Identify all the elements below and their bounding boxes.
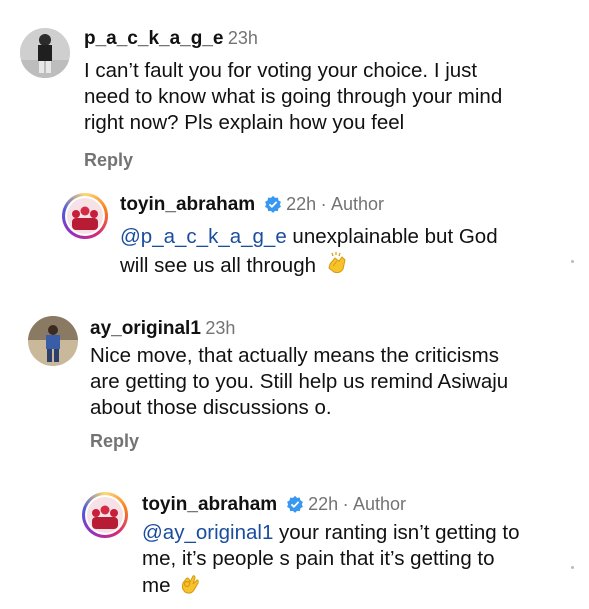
mention-link[interactable]: @ay_original1 <box>142 521 273 544</box>
avatar-story-ring[interactable] <box>82 492 128 538</box>
author-label: Author <box>331 194 385 214</box>
reply-button[interactable]: Reply <box>84 150 133 171</box>
comment-time: 23h <box>205 318 236 338</box>
comment-text-line: right now? Pls explain how you feel <box>84 111 405 134</box>
author-label: Author <box>353 494 407 514</box>
reply-text: me, it’s people s pain that it’s getting… <box>142 547 495 570</box>
comment-username[interactable]: ay_original1 <box>90 318 201 339</box>
mention-link[interactable]: @p_a_c_k_a_g_e <box>120 225 287 248</box>
reply-text: will see us all through <box>120 254 316 277</box>
reply-time: 22h <box>308 494 339 514</box>
ok-hand-emoji-icon <box>178 572 202 603</box>
decorative-dot <box>571 566 574 569</box>
verified-badge-icon <box>286 495 304 518</box>
reply-username[interactable]: toyin_abraham <box>142 494 277 515</box>
comment-text-line: about those discussions o. <box>90 396 332 419</box>
decorative-dot <box>571 260 574 263</box>
reply-text: your ranting isn’t getting to <box>273 521 520 544</box>
avatar-image <box>28 316 78 366</box>
reply-time: 22h <box>286 194 317 214</box>
comment-text-line: need to know what is going through your … <box>84 85 503 108</box>
comment-text-line: are getting to you. Still help us remind… <box>90 370 509 393</box>
meta-separator: · <box>342 494 349 514</box>
comment-username[interactable]: p_a_c_k_a_g_e <box>84 28 223 49</box>
reply-text: unexplainable but God <box>286 225 498 248</box>
comment-text-line: I can’t fault you for voting your choice… <box>84 59 478 82</box>
verified-badge-icon <box>264 195 282 218</box>
avatar <box>87 497 123 533</box>
comment-time: 23h <box>227 28 258 48</box>
avatar-image <box>20 28 70 78</box>
avatar[interactable] <box>20 28 70 78</box>
reply-username[interactable]: toyin_abraham <box>120 194 255 215</box>
clapping-hands-emoji-icon <box>324 250 350 283</box>
avatar <box>67 198 103 234</box>
comment-text-line: Nice move, that actually means the criti… <box>90 344 499 367</box>
reply-text: me <box>142 574 171 597</box>
meta-separator: · <box>320 194 327 214</box>
avatar[interactable] <box>28 316 78 366</box>
reply-button[interactable]: Reply <box>90 431 139 452</box>
avatar-story-ring[interactable] <box>62 193 108 239</box>
